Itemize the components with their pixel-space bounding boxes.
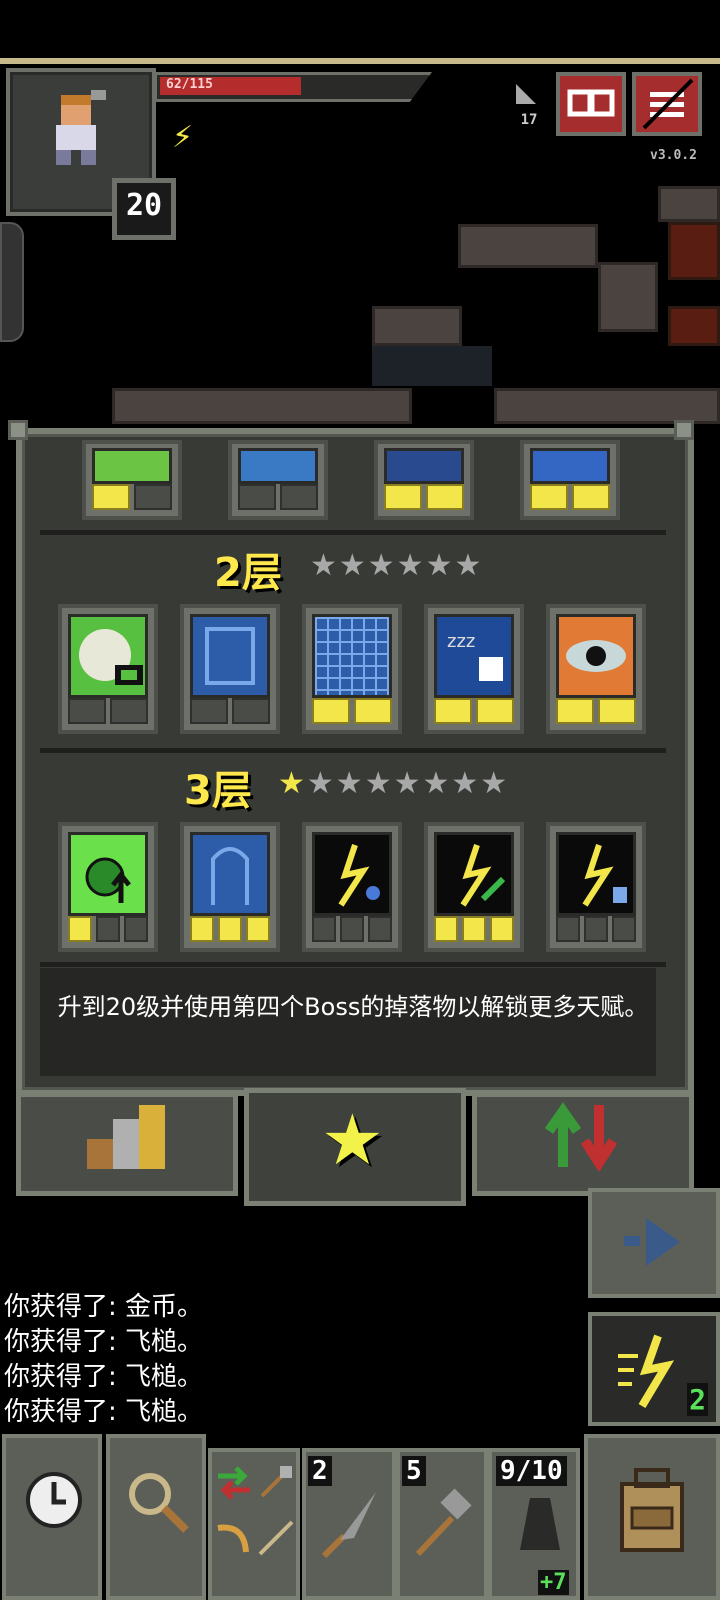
- hero-avatar-icon: [56, 90, 106, 165]
- resume-button[interactable]: [588, 1188, 720, 1298]
- arrow-right-icon: [624, 1218, 680, 1266]
- tab-swap[interactable]: [472, 1092, 694, 1196]
- journal-icon: [567, 89, 615, 117]
- talent-card[interactable]: [180, 604, 280, 734]
- clock-icon: [26, 1472, 82, 1528]
- tier3-title: 3层: [184, 768, 252, 814]
- talent-card[interactable]: [546, 604, 646, 734]
- talent-card[interactable]: zzz: [424, 604, 524, 734]
- tier2-title: 2层: [214, 550, 282, 596]
- dungeon-wall: [458, 224, 598, 268]
- talent-card[interactable]: [58, 822, 158, 952]
- spell-qty: 2: [687, 1383, 708, 1416]
- throwing-spike-icon: [321, 1492, 376, 1559]
- top-border: [0, 58, 720, 64]
- tier-separator: [40, 748, 666, 753]
- talent-card[interactable]: [180, 822, 280, 952]
- talent-icon: [68, 614, 148, 698]
- talent-icon: [190, 614, 270, 698]
- talent-icon: [556, 832, 636, 916]
- stats-icon: [87, 1105, 165, 1169]
- talent-card[interactable]: [546, 822, 646, 952]
- hp-text: 62/115: [166, 77, 213, 92]
- talent-card[interactable]: [302, 822, 402, 952]
- cloak-icon: [520, 1498, 560, 1550]
- svg-text:zzz: zzz: [447, 631, 475, 652]
- journal-button[interactable]: [556, 72, 626, 136]
- talent-icon: [434, 832, 514, 916]
- talent-card[interactable]: [302, 604, 402, 734]
- talent-icon: [312, 614, 392, 698]
- talent-card[interactable]: [82, 440, 182, 520]
- quickslot-1[interactable]: 2: [302, 1448, 396, 1600]
- throwing-hammer-icon: [415, 1488, 472, 1557]
- talent-icon: zzz: [434, 614, 514, 698]
- tier-separator: [40, 962, 666, 967]
- swap-arrows-icon: [544, 1102, 618, 1171]
- panel-corner: [674, 420, 694, 440]
- log-line: 你获得了: 飞槌。: [4, 1327, 204, 1357]
- dungeon-wall: [598, 262, 658, 332]
- quickslot-2[interactable]: 5: [396, 1448, 488, 1600]
- backpack-button[interactable]: [584, 1434, 720, 1600]
- side-drawer-handle[interactable]: [0, 222, 24, 342]
- talent-icon: [68, 832, 148, 916]
- tier-separator: [40, 530, 666, 535]
- quickslot-3-qty: 9/10: [496, 1456, 567, 1486]
- talent-card[interactable]: [424, 822, 524, 952]
- talent-card[interactable]: [520, 440, 620, 520]
- dungeon-lava: [668, 222, 720, 280]
- menu-button[interactable]: [632, 72, 702, 136]
- unlock-message: 升到20级并使用第四个Boss的掉落物以解锁更多天赋。: [57, 993, 649, 1021]
- quick-spell-button[interactable]: 2: [588, 1312, 720, 1426]
- level-text: 20: [125, 188, 163, 223]
- magnifier-icon: [129, 1473, 189, 1533]
- talent-card[interactable]: [58, 604, 158, 734]
- talent-icon: [190, 832, 270, 916]
- spear-icon: [258, 1520, 294, 1556]
- quickslot-3[interactable]: 9/10 +7: [488, 1448, 580, 1600]
- backpack-icon: [620, 1468, 684, 1552]
- boomerang-icon: [217, 1524, 249, 1553]
- tier2-stars: ★★★★★★: [310, 548, 484, 583]
- log-line: 你获得了: 金币。: [4, 1292, 204, 1322]
- depth-icon: [516, 84, 536, 104]
- panel-corner: [8, 420, 28, 440]
- menu-icon: [642, 78, 694, 130]
- dungeon-wall: [112, 388, 412, 424]
- depth-text: 17: [520, 112, 538, 128]
- talent-icon: [530, 448, 610, 484]
- talent-icon: [92, 448, 172, 484]
- talent-card[interactable]: [228, 440, 328, 520]
- star-icon: ★: [321, 1099, 384, 1181]
- talent-card[interactable]: [374, 440, 474, 520]
- quickslot-3-bonus: +7: [538, 1570, 569, 1595]
- lightning-spell-icon: [618, 1334, 675, 1409]
- tab-talents[interactable]: ★: [244, 1088, 466, 1206]
- dungeon-wall: [494, 388, 720, 424]
- dungeon-lava: [668, 306, 720, 346]
- game-log: 你获得了: 金币。 你获得了: 飞槌。 你获得了: 飞槌。 你获得了: 飞槌。: [4, 1290, 203, 1430]
- quickslot-swap-panel[interactable]: [208, 1448, 300, 1600]
- version-text: v3.0.2: [650, 148, 697, 163]
- dungeon-wall: [372, 306, 462, 346]
- talent-icon: [238, 448, 318, 484]
- talent-icon: [384, 448, 464, 484]
- search-button[interactable]: [106, 1434, 206, 1600]
- log-line: 你获得了: 飞槌。: [4, 1362, 204, 1392]
- dungeon-floor: [372, 346, 492, 386]
- tier3-stars: ★★★★★★★★: [278, 766, 510, 801]
- tab-stats[interactable]: [16, 1092, 238, 1196]
- log-line: 你获得了: 飞槌。: [4, 1397, 204, 1427]
- talent-icon: [312, 832, 392, 916]
- talent-icon: [556, 614, 636, 698]
- swap-icon: [218, 1466, 250, 1500]
- dungeon-wall: [658, 186, 720, 222]
- buff-icon[interactable]: ⚡: [172, 120, 193, 155]
- axe-icon: [260, 1466, 292, 1498]
- wait-button[interactable]: [2, 1434, 102, 1600]
